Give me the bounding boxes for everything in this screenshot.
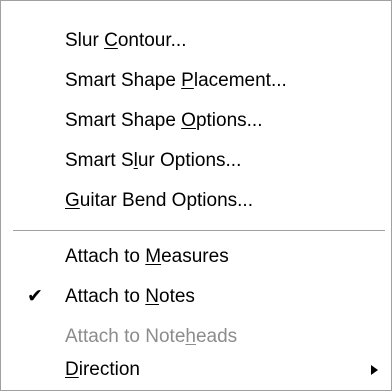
menu-item-label: Direction	[65, 359, 140, 380]
menu-item-label: Smart Shape Options...	[65, 110, 263, 131]
menu-item-smart-shape-placement[interactable]: Smart Shape Placement...	[1, 61, 391, 101]
menu-item-attach-to-measures[interactable]: Attach to Measures	[1, 237, 391, 277]
menu-item-label: Slur Contour...	[65, 30, 187, 51]
menu-item-smart-slur-options[interactable]: Smart Slur Options...	[1, 141, 391, 181]
menu-item-label: Guitar Bend Options...	[65, 190, 253, 211]
menu-item-label: Attach to Notes	[65, 286, 195, 307]
triangle-right-icon	[369, 350, 381, 390]
checkmark-icon: ✔	[27, 286, 43, 307]
menu-item-label: Smart Shape Placement...	[65, 70, 287, 91]
menu-item-label: Smart Slur Options...	[65, 150, 242, 171]
menu-item-guitar-bend-options[interactable]: Guitar Bend Options...	[1, 181, 391, 221]
menu-separator	[13, 230, 385, 231]
menu-item-attach-to-notes[interactable]: ✔ Attach to Notes	[1, 277, 391, 317]
menu-item-smart-shape-options[interactable]: Smart Shape Options...	[1, 101, 391, 141]
menu-item-label: Attach to Measures	[65, 246, 229, 267]
menu-item-direction[interactable]: Direction	[1, 350, 391, 390]
context-menu: Slur Contour... Smart Shape Placement...…	[0, 0, 392, 391]
menu-item-slur-contour[interactable]: Slur Contour...	[1, 21, 391, 61]
